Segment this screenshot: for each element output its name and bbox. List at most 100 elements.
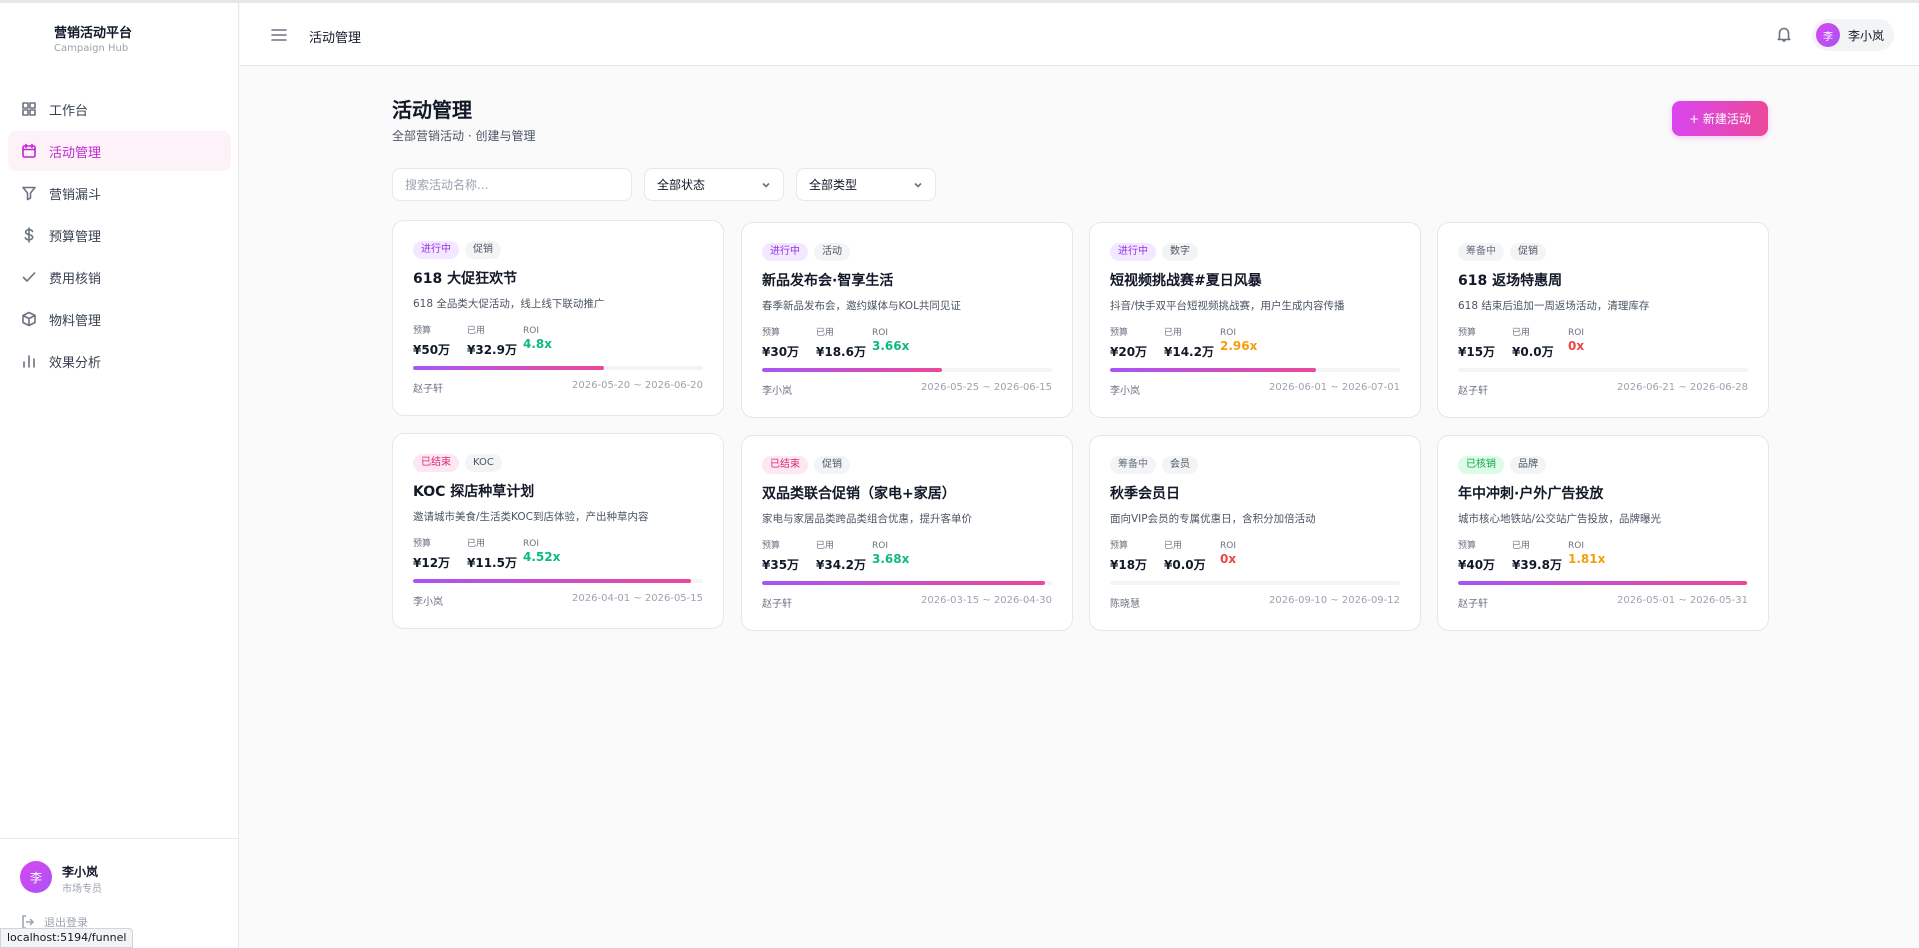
sidebar-item-label: 工作台	[49, 103, 89, 119]
card-tags: 筹备中 会员	[1110, 456, 1204, 474]
date-range: 2026-09-10 ~ 2026-09-12	[1269, 595, 1400, 606]
spent-metric: 已用 ¥18.6万	[816, 327, 866, 360]
roi-label: ROI	[1568, 541, 1584, 551]
avatar: 李	[1816, 23, 1840, 47]
date-range: 2026-06-01 ~ 2026-07-01	[1269, 382, 1400, 393]
status-filter-select[interactable]: 全部状态	[644, 168, 784, 201]
spent-metric: 已用 ¥0.0万	[1164, 540, 1206, 573]
card-description: 抖音/快手双平台短视频挑战赛，用户生成内容传播	[1110, 300, 1345, 312]
page-subtitle: 全部营销活动 · 创建与管理	[392, 129, 536, 143]
budget-metric: 预算 ¥50万	[413, 325, 450, 358]
sidebar-item-1[interactable]: 活动管理	[8, 131, 231, 171]
spent-value: ¥18.6万	[816, 345, 866, 359]
campaign-card[interactable]: 进行中 活动 新品发布会·智享生活 春季新品发布会，邀约媒体与KOL共同见证 预…	[741, 222, 1073, 418]
spent-label: 已用	[1512, 328, 1531, 338]
header-title: 活动管理	[309, 31, 362, 46]
campaign-card[interactable]: 已核销 品牌 年中冲刺·户外广告投放 城市核心地铁站/公交站广告投放，品牌曝光 …	[1437, 435, 1769, 631]
progress-bar	[413, 366, 703, 370]
search-input[interactable]	[392, 168, 632, 201]
user-menu[interactable]: 李 李小岚	[1812, 19, 1895, 51]
spent-label: 已用	[816, 328, 835, 338]
card-title: KOC 探店种草计划	[413, 484, 535, 500]
progress-bar	[1110, 581, 1400, 585]
campaign-card[interactable]: 筹备中 促销 618 返场特惠周 618 结束后追加一周返场活动，清理库存 预算…	[1437, 222, 1769, 418]
campaign-card[interactable]: 进行中 促销 618 大促狂欢节 618 全品类大促活动，线上线下联动推广 预算…	[392, 220, 724, 416]
roi-metric: ROI 0x	[1220, 540, 1236, 566]
spent-label: 已用	[1164, 541, 1183, 551]
campaign-card[interactable]: 已结束 KOC KOC 探店种草计划 邀请城市美食/生活类KOC到店体验，产出种…	[392, 433, 724, 629]
roi-value: 0x	[1568, 339, 1585, 353]
box-icon	[21, 311, 37, 327]
grid-icon	[21, 101, 37, 117]
progress-fill	[413, 579, 691, 583]
card-title: 618 大促狂欢节	[413, 271, 518, 287]
type-filter-select[interactable]: 全部类型	[796, 168, 936, 201]
type-badge: 会员	[1162, 456, 1198, 474]
sidebar-item-0[interactable]: 工作台	[8, 89, 231, 129]
sidebar-item-label: 营销漏斗	[49, 187, 102, 203]
notification-button[interactable]	[1775, 25, 1793, 43]
menu-toggle-button[interactable]	[270, 26, 288, 44]
budget-label: 预算	[413, 326, 432, 336]
owner-name: 赵子轩	[1458, 599, 1488, 610]
date-range: 2026-05-25 ~ 2026-06-15	[921, 382, 1052, 393]
brand: 营销活动平台 Campaign Hub	[54, 25, 132, 55]
card-tags: 进行中 数字	[1110, 243, 1204, 261]
spent-value: ¥0.0万	[1164, 558, 1206, 572]
card-tags: 已核销 品牌	[1458, 456, 1552, 474]
progress-fill	[762, 581, 1046, 585]
owner-name: 赵子轩	[762, 599, 792, 610]
sidebar-item-label: 活动管理	[49, 145, 102, 161]
campaign-card[interactable]: 筹备中 会员 秋季会员日 面向VIP会员的专属优惠日，含积分加倍活动 预算 ¥1…	[1089, 435, 1421, 631]
budget-metric: 预算 ¥35万	[762, 540, 799, 573]
status-badge: 进行中	[413, 241, 459, 259]
user-role: 市场专员	[62, 884, 102, 895]
type-badge: 促销	[1510, 243, 1546, 261]
progress-fill	[1458, 581, 1747, 585]
card-description: 618 全品类大促活动，线上线下联动推广	[413, 298, 605, 310]
roi-label: ROI	[1220, 541, 1236, 551]
budget-metric: 预算 ¥18万	[1110, 540, 1147, 573]
card-tags: 筹备中 促销	[1458, 243, 1552, 261]
budget-value: ¥20万	[1110, 345, 1148, 359]
chevron-down-icon	[914, 182, 922, 188]
campaign-card[interactable]: 进行中 数字 短视频挑战赛#夏日风暴 抖音/快手双平台短视频挑战赛，用户生成内容…	[1089, 222, 1421, 418]
status-badge: 已结束	[762, 456, 808, 474]
sidebar-item-3[interactable]: 预算管理	[8, 215, 231, 255]
roi-value: 4.8x	[523, 337, 552, 351]
owner-name: 陈晓慧	[1110, 599, 1140, 610]
sidebar-item-label: 预算管理	[49, 229, 102, 245]
card-tags: 已结束 促销	[762, 456, 856, 474]
sidebar-item-4[interactable]: 费用核销	[8, 257, 231, 297]
spent-value: ¥11.5万	[467, 556, 517, 570]
budget-label: 预算	[1458, 541, 1477, 551]
spent-value: ¥32.9万	[467, 343, 517, 357]
roi-label: ROI	[1568, 328, 1584, 338]
campaign-card[interactable]: 已结束 促销 双品类联合促销（家电+家居） 家电与家居品类跨品类组合优惠，提升客…	[741, 435, 1073, 631]
roi-metric: ROI 1.81x	[1568, 540, 1605, 566]
card-title: 新品发布会·智享生活	[762, 273, 894, 289]
budget-label: 预算	[1458, 328, 1477, 338]
budget-metric: 预算 ¥12万	[413, 538, 450, 571]
spent-label: 已用	[1164, 328, 1183, 338]
top-header: 活动管理 李 李小岚	[240, 3, 1919, 66]
date-range: 2026-04-01 ~ 2026-05-15	[572, 593, 703, 604]
budget-metric: 预算 ¥30万	[762, 327, 799, 360]
sidebar-item-5[interactable]: 物料管理	[8, 299, 231, 339]
spent-label: 已用	[1512, 541, 1531, 551]
sidebar-item-2[interactable]: 营销漏斗	[8, 173, 231, 213]
progress-bar	[1110, 368, 1400, 372]
status-badge: 进行中	[1110, 243, 1156, 261]
progress-bar	[1458, 581, 1748, 585]
budget-value: ¥15万	[1458, 345, 1496, 359]
page-title: 活动管理	[392, 98, 472, 122]
sidebar-item-6[interactable]: 效果分析	[8, 341, 231, 381]
spent-metric: 已用 ¥11.5万	[467, 538, 517, 571]
progress-fill	[1110, 368, 1316, 372]
budget-label: 预算	[1110, 328, 1129, 338]
spent-label: 已用	[816, 541, 835, 551]
progress-bar	[413, 579, 703, 583]
owner-name: 李小岚	[762, 386, 792, 397]
sidebar: 营销活动平台 Campaign Hub 工作台活动管理营销漏斗预算管理费用核销物…	[0, 3, 239, 948]
new-campaign-button[interactable]: + 新建活动	[1672, 101, 1768, 136]
